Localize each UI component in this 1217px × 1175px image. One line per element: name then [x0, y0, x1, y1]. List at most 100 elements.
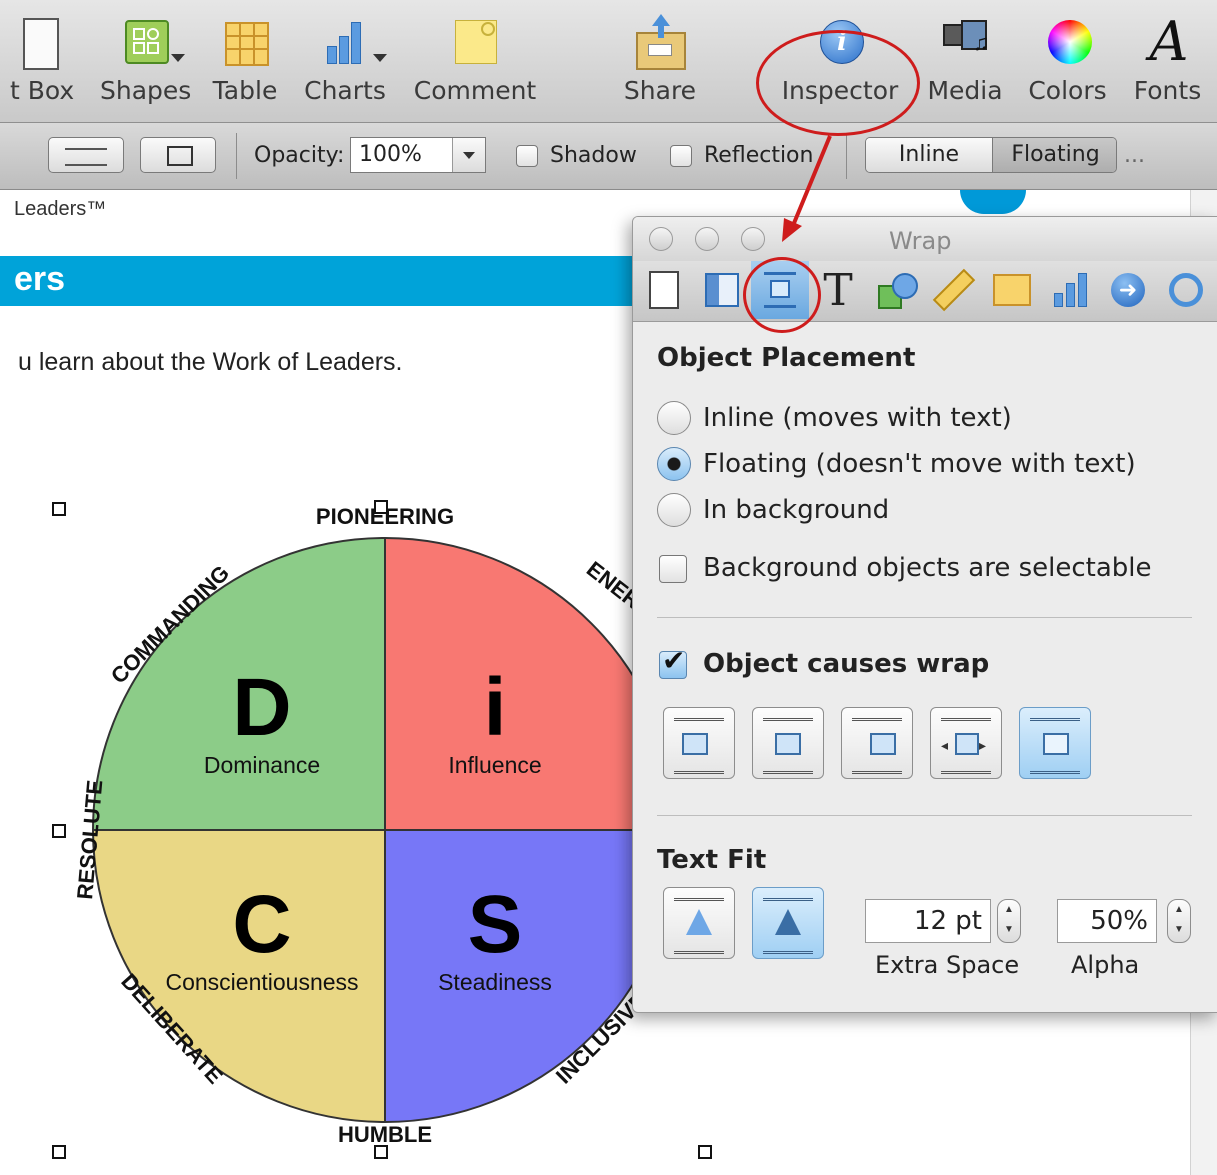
shadow-label: Shadow: [550, 143, 637, 168]
quadrant-letter-d: D: [232, 662, 291, 753]
doc-banner-text: ers: [14, 260, 66, 298]
graphic-icon[interactable]: [867, 261, 925, 319]
opacity-value: 100%: [359, 142, 422, 167]
quadrant-name-steadiness: Steadiness: [438, 969, 552, 995]
extra-space-field[interactable]: 12 pt: [865, 899, 991, 943]
frame-button[interactable]: [140, 137, 216, 173]
wrap-right-icon: [852, 718, 902, 774]
selection-handle-bl[interactable]: [52, 1145, 66, 1159]
document-icon[interactable]: [635, 261, 693, 319]
minimize-window-button[interactable]: [695, 227, 719, 251]
toolbar-share-label: Share: [623, 76, 697, 105]
radio-floating-label: Floating (doesn't move with text): [703, 449, 1136, 479]
inspector-titlebar[interactable]: Wrap: [633, 217, 1217, 261]
toolbar-textbox-label: t Box: [10, 76, 75, 105]
bg-selectable-label: Background objects are selectable: [703, 553, 1152, 583]
toolbar: t Box Shapes Table Charts Comment Share …: [0, 0, 1217, 123]
inspector-title: Wrap: [889, 227, 952, 255]
inspector-tabbar: T ➜: [633, 261, 1217, 322]
frame-icon: [167, 146, 193, 166]
selection-handle-tc[interactable]: [374, 500, 388, 514]
table-icon: [215, 12, 275, 72]
toolbar-fonts[interactable]: A Fonts: [1125, 10, 1210, 112]
wrap-largest-side-icon: ◂ ▸: [941, 718, 991, 774]
dropdown-arrow-icon[interactable]: [452, 138, 485, 172]
wrap-around-button[interactable]: [752, 707, 824, 779]
selection-handle-tl[interactable]: [52, 502, 66, 516]
text-box-icon: [15, 12, 75, 72]
extra-space-label: Extra Space: [875, 951, 1020, 979]
toolbar-textbox[interactable]: t Box: [0, 12, 90, 112]
causes-wrap-checkbox[interactable]: ✔: [659, 645, 687, 679]
shadow-checkbox[interactable]: [516, 145, 538, 167]
inspector-window: Wrap T ➜ Object Placement Inline (moves …: [632, 216, 1217, 1013]
selection-handle-ml[interactable]: [52, 824, 66, 838]
metrics-icon[interactable]: [925, 261, 983, 319]
quadrant-letter-s: S: [468, 879, 523, 970]
comment-icon: [445, 12, 505, 72]
toolbar-fonts-label: Fonts: [1133, 76, 1202, 105]
radio-background[interactable]: [657, 493, 691, 527]
toolbar-charts-label: Charts: [304, 76, 386, 105]
bg-selectable-checkbox[interactable]: [659, 555, 687, 583]
floating-segment-label: Floating: [1011, 142, 1100, 167]
toolbar-comment[interactable]: Comment: [410, 12, 540, 112]
radio-inline-label: Inline (moves with text): [703, 403, 1012, 433]
chart-icon[interactable]: [1041, 261, 1099, 319]
quadrant-name-conscientiousness: Conscientiousness: [165, 969, 358, 995]
quadrant-letter-i: i: [484, 662, 507, 753]
opacity-field[interactable]: 100%: [350, 137, 486, 173]
text-fit-tight-icon: [674, 898, 724, 954]
callout-arrow: [782, 135, 832, 242]
toolbar-table[interactable]: Table: [205, 12, 285, 112]
extra-space-stepper[interactable]: ▲ ▼: [997, 899, 1021, 943]
inline-segment[interactable]: Inline: [866, 138, 993, 172]
alpha-stepper[interactable]: ▲ ▼: [1167, 899, 1191, 943]
toolbar-colors-label: Colors: [1028, 76, 1107, 105]
toolbar-colors[interactable]: Colors: [1025, 12, 1110, 112]
toolbar-shapes[interactable]: Shapes: [100, 12, 191, 112]
toolbar-media[interactable]: ♫ Media: [925, 12, 1005, 112]
floating-segment[interactable]: Floating: [993, 138, 1116, 172]
toolbar-media-label: Media: [927, 76, 1003, 105]
zoom-window-button[interactable]: [741, 227, 765, 251]
toolbar-charts[interactable]: Charts: [300, 12, 390, 112]
selection-handle-br[interactable]: [698, 1145, 712, 1159]
wrap-left-button[interactable]: [663, 707, 735, 779]
causes-wrap-label: Object causes wrap: [703, 649, 990, 679]
overflow-indicator[interactable]: ...: [1124, 143, 1145, 168]
disc-wheel[interactable]: PIONEERING ENERGIZING COMMANDING RESOLUT…: [40, 490, 700, 1170]
colors-icon: [1038, 12, 1098, 72]
radio-floating[interactable]: [657, 447, 691, 481]
inspector-callout: [756, 30, 920, 136]
alpha-field[interactable]: 50%: [1057, 899, 1157, 943]
close-window-button[interactable]: [649, 227, 673, 251]
link-icon[interactable]: ➜: [1099, 261, 1157, 319]
radio-background-label: In background: [703, 495, 890, 525]
toolbar-comment-label: Comment: [413, 76, 537, 105]
checkmark-icon: ✔: [662, 645, 686, 676]
text-fit-title: Text Fit: [657, 845, 767, 875]
toolbar-share[interactable]: Share: [615, 12, 705, 112]
wrap-tab-callout: [743, 257, 821, 333]
arrange-button[interactable]: [48, 137, 124, 173]
doc-banner: ers: [0, 256, 632, 306]
text-fit-rect-icon: [763, 898, 813, 954]
logo-fragment: [960, 190, 1026, 214]
quicktime-icon[interactable]: [1157, 261, 1215, 319]
object-placement-title: Object Placement: [657, 343, 916, 373]
divider: [657, 617, 1192, 618]
reflection-checkbox[interactable]: [670, 145, 692, 167]
table-tab-icon[interactable]: [983, 261, 1041, 319]
wrap-right-button[interactable]: [841, 707, 913, 779]
wrap-above-below-button[interactable]: [1019, 707, 1091, 779]
ring-label-humble: HUMBLE: [338, 1122, 432, 1147]
text-fit-rect-button[interactable]: [752, 887, 824, 959]
wrap-largest-side-button[interactable]: ◂ ▸: [930, 707, 1002, 779]
toolbar-table-label: Table: [212, 76, 278, 105]
radio-inline[interactable]: [657, 401, 691, 435]
selection-handle-bc[interactable]: [374, 1145, 388, 1159]
inline-segment-label: Inline: [898, 142, 960, 167]
doc-body-text: u learn about the Work of Leaders.: [18, 348, 403, 376]
text-fit-tight-button[interactable]: [663, 887, 735, 959]
